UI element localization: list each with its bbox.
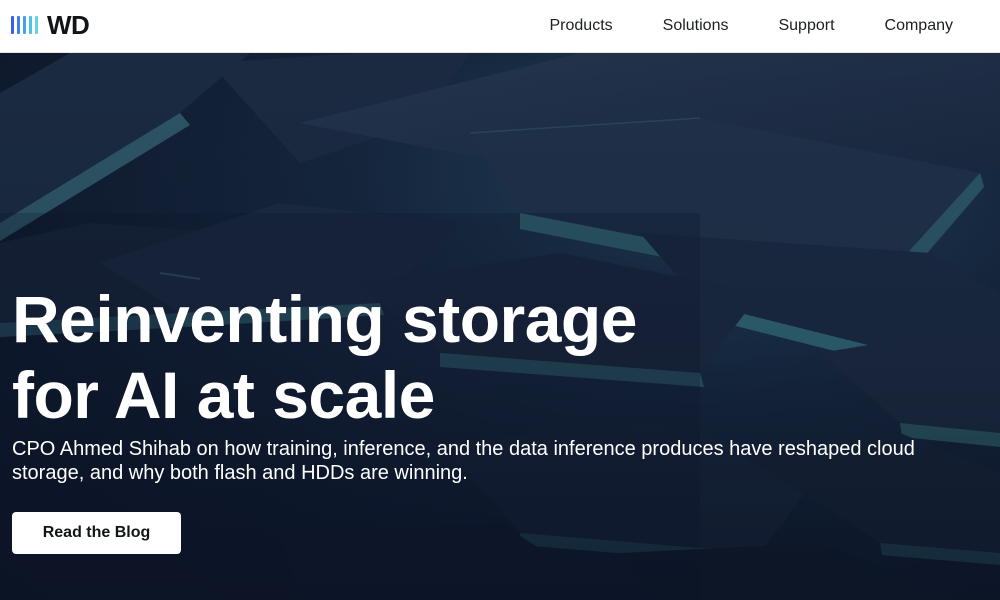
hero-title-line-2: for AI at scale <box>12 358 435 432</box>
wd-logo[interactable]: WD <box>11 10 90 40</box>
nav-solutions[interactable]: Solutions <box>663 17 729 35</box>
wd-logo-icon <box>11 16 38 34</box>
hero-title: Reinventing storage for AI at scale <box>12 281 972 433</box>
hero-content: Reinventing storage for AI at scale CPO … <box>12 281 972 485</box>
logo-text: WD <box>47 10 90 40</box>
main-nav: Products Solutions Support Company <box>500 0 954 52</box>
read-the-blog-button[interactable]: Read the Blog <box>12 512 181 554</box>
page: WD Products Solutions Support Company Re… <box>0 0 1000 600</box>
hero-section: Reinventing storage for AI at scale CPO … <box>0 53 1000 600</box>
hero-description: CPO Ahmed Shihab on how training, infere… <box>12 438 915 484</box>
nav-products[interactable]: Products <box>550 17 613 35</box>
nav-company[interactable]: Company <box>885 17 953 35</box>
nav-support[interactable]: Support <box>778 17 834 35</box>
site-header: WD Products Solutions Support Company <box>0 0 1000 53</box>
hero-title-line-1: Reinventing storage <box>12 282 637 356</box>
